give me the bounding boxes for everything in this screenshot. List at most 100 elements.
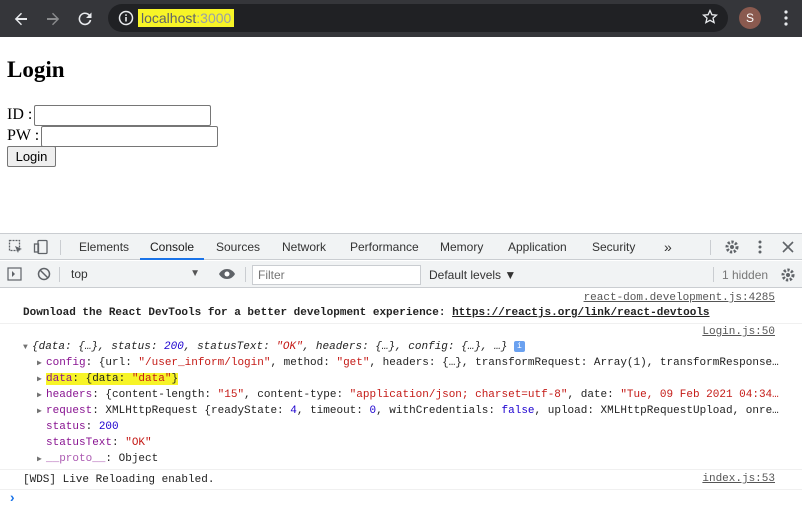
tab-sources[interactable]: Sources xyxy=(216,234,260,260)
hidden-count: 1 hidden xyxy=(722,268,769,282)
proto-row[interactable]: ▶ __proto__: Object xyxy=(37,452,158,467)
clear-console-icon[interactable] xyxy=(37,267,51,281)
config-val-1: : {url: xyxy=(85,357,139,369)
info-badge-icon: i xyxy=(513,340,525,352)
url-text: localhost:3000 xyxy=(138,9,235,27)
address-bar[interactable]: localhost:3000 xyxy=(108,4,728,32)
message-divider xyxy=(0,323,802,324)
config-row[interactable]: ▶ config: {url: "/user_inform/login", met… xyxy=(37,356,782,371)
config-val-2: , method: xyxy=(270,357,337,369)
data-row[interactable]: ▶ data: {data: "data"} xyxy=(37,372,179,387)
source-link[interactable]: react-dom.development.js:4285 xyxy=(584,292,775,304)
close-icon[interactable] xyxy=(781,240,795,254)
console-prompt[interactable]: › xyxy=(8,492,16,507)
console-toolbar: top ▼ Default levels ▼ 1 hidden xyxy=(0,261,802,288)
toolbar-divider xyxy=(60,240,61,255)
source-link[interactable]: index.js:53 xyxy=(702,473,775,485)
pw-input[interactable] xyxy=(41,125,219,147)
statustext-row: statusText: "OK" xyxy=(46,437,152,449)
tab-memory[interactable]: Memory xyxy=(440,234,483,260)
tab-console[interactable]: Console xyxy=(140,234,205,260)
more-vert-icon[interactable] xyxy=(778,9,794,27)
config-val-3: , headers: {…}, transformRequest: Array(… xyxy=(369,357,779,369)
status-value: 200 xyxy=(98,421,119,433)
headers-val-1: : {content-length: xyxy=(92,389,218,401)
id-row: ID : xyxy=(7,104,212,126)
devtools-menu-icon[interactable] xyxy=(753,239,767,255)
page-title: Login xyxy=(7,57,65,82)
request-val-2: , timeout: xyxy=(296,405,370,417)
id-label: ID : xyxy=(7,106,33,123)
forward-button[interactable] xyxy=(40,6,66,32)
log-levels-dropdown[interactable]: Default levels ▼ xyxy=(429,265,516,285)
proto-val: : Object xyxy=(105,453,159,465)
summary-data: data: {…} xyxy=(38,341,99,353)
statustext-key: statusText xyxy=(46,437,113,449)
config-method: "get" xyxy=(336,357,370,369)
reload-icon xyxy=(78,12,92,26)
tab-elements[interactable]: Elements xyxy=(79,234,129,260)
summary-status: 200 xyxy=(164,341,184,353)
headers-row[interactable]: ▶ headers: {content-length: "15", content… xyxy=(37,388,782,403)
inspect-element-icon[interactable] xyxy=(8,239,24,255)
sidebar-toggle-icon[interactable] xyxy=(7,267,22,281)
request-row[interactable]: ▶ request: XMLHttpRequest {readyState: 4,… xyxy=(37,404,797,419)
tab-divider xyxy=(710,240,711,255)
reload-button[interactable] xyxy=(72,6,98,32)
tab-application[interactable]: Application xyxy=(508,234,567,260)
context-selector[interactable]: top ▼ xyxy=(66,264,206,284)
eye-icon[interactable] xyxy=(218,268,236,280)
wds-message: [WDS] Live Reloading enabled. xyxy=(23,474,215,486)
request-val-3: , withCredentials: xyxy=(376,405,502,417)
proto-key: __proto__ xyxy=(46,453,106,465)
more-tabs-button[interactable]: » xyxy=(664,234,672,260)
expanded-triangle-icon: ▼ xyxy=(23,343,28,352)
react-devtools-link[interactable]: https://reactjs.org/link/react-devtools xyxy=(452,307,709,319)
data-val: : {data: xyxy=(72,373,132,385)
statustext-value: "OK" xyxy=(125,437,152,449)
data-close: } xyxy=(171,373,179,385)
filter-input[interactable] xyxy=(252,265,421,285)
message-divider xyxy=(0,489,802,490)
info-icon[interactable] xyxy=(118,10,134,26)
url-port: :3000 xyxy=(196,10,232,26)
summary-open: { xyxy=(32,341,39,353)
toolbar-divider-2 xyxy=(59,267,60,282)
message-text: Download the React DevTools for a better… xyxy=(23,307,453,319)
login-button[interactable]: Login xyxy=(7,146,56,167)
source-link[interactable]: Login.js:50 xyxy=(702,326,775,338)
profile-avatar[interactable]: S xyxy=(739,7,761,29)
device-toolbar-icon[interactable] xyxy=(33,239,49,255)
collapsed-triangle-icon: ▶ xyxy=(37,455,42,464)
headers-key: headers xyxy=(46,389,93,401)
context-value: top xyxy=(71,267,88,281)
summary-statustext: "OK" xyxy=(276,341,303,353)
summary-status-key: status: xyxy=(111,341,165,353)
forward-arrow-icon xyxy=(47,12,60,26)
config-url: "/user_inform/login" xyxy=(138,357,271,369)
request-withcredentials: false xyxy=(501,405,535,417)
headers-val-3: , date: xyxy=(567,389,621,401)
collapsed-triangle-icon: ▶ xyxy=(37,375,42,384)
data-key: data xyxy=(46,373,73,385)
console-settings-gear-icon[interactable] xyxy=(780,267,796,283)
back-button[interactable] xyxy=(8,6,34,32)
tab-security[interactable]: Security xyxy=(592,234,635,260)
collapsed-triangle-icon: ▶ xyxy=(37,391,42,400)
bookmark-star-icon[interactable] xyxy=(702,9,718,25)
collapsed-triangle-icon: ▶ xyxy=(37,407,42,416)
request-readystate: 4 xyxy=(290,405,297,417)
back-arrow-icon xyxy=(14,12,27,26)
id-input[interactable] xyxy=(34,104,212,126)
status-key: status xyxy=(46,421,86,433)
summary-rest: , headers: {…}, config: {…}, …} xyxy=(302,341,508,353)
settings-gear-icon[interactable] xyxy=(724,239,740,255)
tab-network[interactable]: Network xyxy=(282,234,326,260)
request-val-4: , upload: XMLHttpRequestUpload, onre… xyxy=(534,405,779,417)
request-val-1: : XMLHttpRequest {readyState: xyxy=(92,405,291,417)
message-divider xyxy=(0,469,802,470)
tab-performance[interactable]: Performance xyxy=(350,234,419,260)
object-summary[interactable]: ▼ {data: {…}, status: 200, statusText: "O… xyxy=(23,340,525,355)
console-message: Download the React DevTools for a better… xyxy=(23,306,710,321)
request-key: request xyxy=(46,405,93,417)
